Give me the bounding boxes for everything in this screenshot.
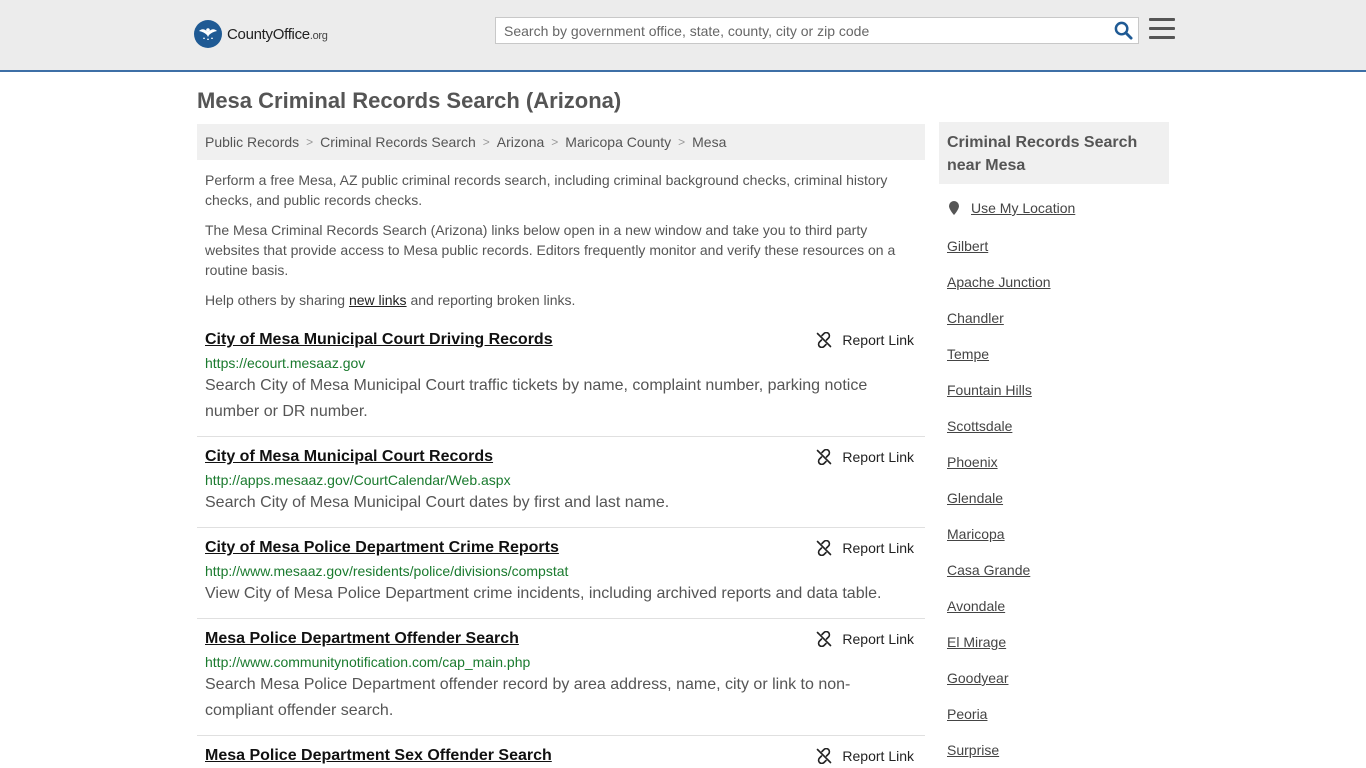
broken-link-icon (817, 332, 832, 348)
nearby-link-maricopa[interactable]: Maricopa (947, 524, 1005, 544)
new-links-link[interactable]: new links (349, 292, 407, 308)
intro-paragraph-2: The Mesa Criminal Records Search (Arizon… (205, 222, 896, 278)
site-logo[interactable]: CountyOffice.org (194, 20, 328, 48)
site-header: CountyOffice.org (0, 0, 1366, 72)
broken-link-icon (817, 748, 832, 764)
broken-link-icon (817, 449, 832, 465)
report-link-button[interactable]: Report Link (816, 629, 914, 649)
nearby-link-fountain-hills[interactable]: Fountain Hills (947, 380, 1032, 400)
result-title-link[interactable]: City of Mesa Municipal Court Driving Rec… (205, 330, 553, 350)
use-my-location-link[interactable]: Use My Location (971, 200, 1075, 216)
nearby-link-casa-grande[interactable]: Casa Grande (947, 560, 1030, 580)
nearby-link-peoria[interactable]: Peoria (947, 704, 987, 724)
result-title-link[interactable]: Mesa Police Department Sex Offender Sear… (205, 746, 552, 766)
result-description: View City of Mesa Police Department crim… (205, 585, 882, 602)
nearby-link-apache-junction[interactable]: Apache Junction (947, 272, 1051, 292)
report-link-button[interactable]: Report Link (816, 746, 914, 766)
broken-link-icon (817, 631, 832, 647)
use-my-location: Use My Location (947, 200, 1075, 216)
search-input[interactable] (496, 18, 1108, 43)
result-description: Search City of Mesa Municipal Court traf… (205, 377, 868, 420)
breadcrumb-separator-icon: > (306, 135, 314, 149)
eagle-logo-icon (194, 20, 222, 48)
result-item: City of Mesa Police Department Crime Rep… (197, 538, 925, 619)
report-link-button[interactable]: Report Link (816, 447, 914, 467)
breadcrumb-criminal-records-search[interactable]: Criminal Records Search (320, 134, 476, 150)
result-item: Mesa Police Department Sex Offender Sear… (197, 746, 925, 768)
nearby-link-phoenix[interactable]: Phoenix (947, 452, 998, 472)
breadcrumb-separator-icon: > (551, 135, 559, 149)
breadcrumb: Public Records > Criminal Records Search… (197, 124, 925, 160)
nearby-link-scottsdale[interactable]: Scottsdale (947, 416, 1012, 436)
hamburger-menu-icon[interactable] (1149, 18, 1175, 42)
nearby-link-chandler[interactable]: Chandler (947, 308, 1004, 328)
nearby-link-el-mirage[interactable]: El Mirage (947, 632, 1006, 652)
breadcrumb-maricopa-county[interactable]: Maricopa County (565, 134, 671, 150)
result-item: City of Mesa Municipal Court Driving Rec… (197, 330, 925, 437)
result-description: Search City of Mesa Municipal Court date… (205, 494, 670, 511)
intro-paragraph-1: Perform a free Mesa, AZ public criminal … (205, 172, 888, 208)
page-title: Mesa Criminal Records Search (Arizona) (197, 88, 622, 113)
sidebar-heading: Criminal Records Search near Mesa (939, 122, 1169, 184)
search-bar (495, 17, 1139, 44)
result-item: City of Mesa Municipal Court Records htt… (197, 447, 925, 528)
breadcrumb-mesa[interactable]: Mesa (692, 134, 726, 150)
result-url: http://www.mesaaz.gov/residents/police/d… (205, 563, 569, 579)
nearby-link-gilbert[interactable]: Gilbert (947, 236, 988, 256)
result-title-link[interactable]: City of Mesa Municipal Court Records (205, 447, 493, 467)
result-url: https://ecourt.mesaaz.gov (205, 355, 366, 371)
report-link-button[interactable]: Report Link (816, 538, 914, 558)
breadcrumb-public-records[interactable]: Public Records (205, 134, 299, 150)
nearby-link-avondale[interactable]: Avondale (947, 596, 1005, 616)
result-url: http://www.communitynotification.com/cap… (205, 654, 531, 670)
report-link-button[interactable]: Report Link (816, 330, 914, 350)
logo-wordmark: CountyOffice.org (227, 25, 328, 43)
breadcrumb-separator-icon: > (482, 135, 490, 149)
result-description: Search Mesa Police Department offender r… (205, 676, 851, 719)
breadcrumb-separator-icon: > (678, 135, 686, 149)
map-pin-icon (949, 201, 959, 215)
search-icon (1114, 21, 1133, 40)
search-button[interactable] (1108, 18, 1138, 43)
result-title-link[interactable]: Mesa Police Department Offender Search (205, 629, 519, 649)
nearby-link-tempe[interactable]: Tempe (947, 344, 989, 364)
nearby-link-goodyear[interactable]: Goodyear (947, 668, 1008, 688)
result-url: http://apps.mesaaz.gov/CourtCalendar/Web… (205, 472, 511, 488)
nearby-link-glendale[interactable]: Glendale (947, 488, 1003, 508)
broken-link-icon (817, 540, 832, 556)
result-item: Mesa Police Department Offender Search h… (197, 629, 925, 736)
result-title-link[interactable]: City of Mesa Police Department Crime Rep… (205, 538, 559, 558)
breadcrumb-arizona[interactable]: Arizona (497, 134, 544, 150)
intro-paragraph-3: Help others by sharing new links and rep… (205, 292, 576, 308)
nearby-link-surprise[interactable]: Surprise (947, 740, 999, 760)
